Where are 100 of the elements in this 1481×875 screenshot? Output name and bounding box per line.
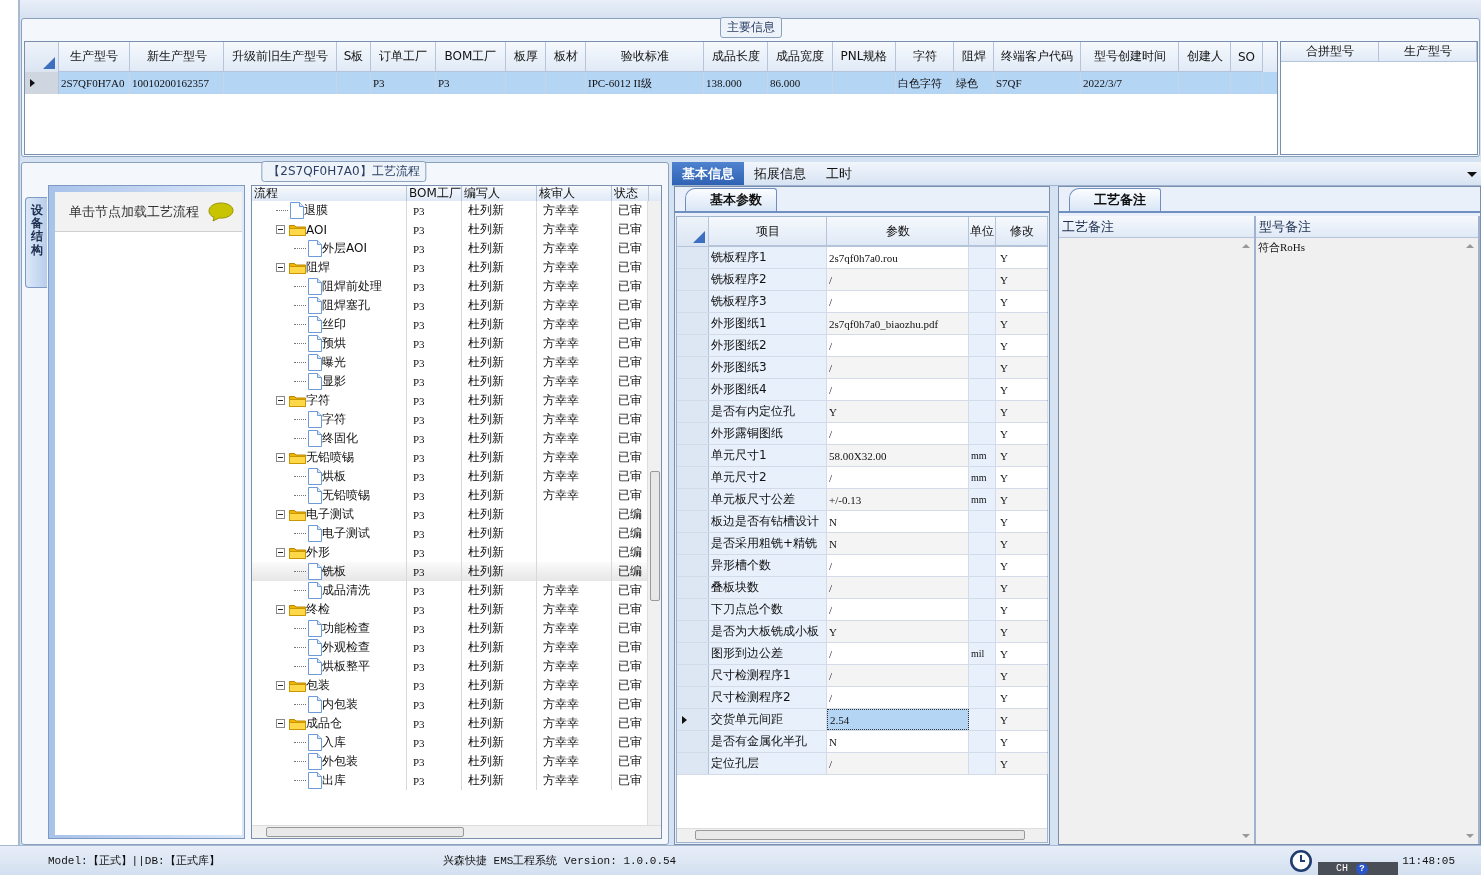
scrollbar[interactable] (677, 828, 1047, 842)
collapse-icon[interactable] (276, 453, 285, 462)
table-row[interactable]: 是否为大板铣成小板 Y Y (677, 621, 1047, 643)
tab[interactable]: 工时 (816, 162, 862, 185)
table-cell: 下刀点总个数 (709, 599, 827, 620)
table-row[interactable]: 外形图纸2 / Y (677, 335, 1047, 357)
table-row[interactable]: 板边是否有钻槽设计 N Y (677, 511, 1047, 533)
tree-row[interactable]: 铣板 P3 杜列新 已编 (252, 562, 647, 581)
document-icon (308, 525, 322, 542)
table-cell: 杜列新 (462, 429, 537, 448)
table-cell: Y (996, 401, 1048, 422)
table-row[interactable]: 定位孔层 / Y (677, 753, 1047, 775)
table-cell: 叠板块数 (709, 577, 827, 598)
table-row[interactable]: 是否有内定位孔 Y Y (677, 401, 1047, 423)
column-header[interactable]: 工艺备注 (1059, 216, 1254, 238)
table-row[interactable]: 单元板尺寸公差 +/-0.13 mm Y (677, 489, 1047, 511)
document-icon (308, 582, 322, 599)
collapse-icon[interactable] (276, 510, 285, 519)
table-row[interactable]: 单元尺寸1 58.00X32.00 mm Y (677, 445, 1047, 467)
scrollbar[interactable] (252, 825, 661, 838)
table-cell: 是否有内定位孔 (709, 401, 827, 422)
table-row[interactable]: 铣板程序3 / Y (677, 291, 1047, 313)
column-header[interactable]: 编写人 (462, 186, 537, 201)
dropdown-icon[interactable] (1467, 172, 1477, 177)
speech-bubble-icon (208, 201, 234, 222)
table-cell: Y (996, 445, 1048, 466)
table-row[interactable]: 外形露铜图纸 / Y (677, 423, 1047, 445)
folder-icon (289, 679, 306, 692)
tab[interactable]: 基本参数 (685, 188, 777, 211)
table-cell: P3 (407, 771, 462, 790)
table-row[interactable]: 2S7QF0H7A0 10010200162357 P3 P3 IPC-6012 II级 138.000 86.000 白色字符 绿色 S7QF 2022/3/7 (25, 72, 1277, 94)
table-cell: P3 (407, 619, 462, 638)
table-row[interactable]: 下刀点总个数 / Y (677, 599, 1047, 621)
table-row[interactable]: 是否有金属化半孔 N Y (677, 731, 1047, 753)
ime-language[interactable]: CH (1336, 863, 1348, 874)
table-row[interactable]: 是否采用粗铣+精铣 N Y (677, 533, 1047, 555)
collapse-icon[interactable] (276, 263, 285, 272)
tab[interactable]: 基本信息 (672, 162, 744, 185)
table-row[interactable]: 尺寸检测程序1 / Y (677, 665, 1047, 687)
table-cell: 方幸幸 (537, 657, 612, 676)
table-cell: 杜列新 (462, 296, 537, 315)
tree-node-label: 曝光 (322, 354, 346, 371)
table-cell: 杜列新 (462, 220, 537, 239)
table-cell: P3 (407, 239, 462, 258)
collapse-icon[interactable] (276, 605, 285, 614)
table-cell: / (827, 577, 969, 598)
table-cell: 杜列新 (462, 391, 537, 410)
table-cell: 方幸幸 (537, 315, 612, 334)
table-row[interactable]: 铣板程序2 / Y (677, 269, 1047, 291)
table-row[interactable]: 交货单元间距 2.54 Y (677, 709, 1047, 731)
scrollbar[interactable] (647, 201, 661, 825)
table-cell: 杜列新 (462, 657, 537, 676)
table-cell: 已编 (612, 562, 649, 581)
column-header[interactable]: 修改 (996, 217, 1048, 246)
collapse-icon[interactable] (276, 681, 285, 690)
table-cell: 2S7QF0H7A0 (59, 72, 130, 94)
table-row[interactable]: 外形图纸1 2s7qf0h7a0_biaozhu.pdf Y (677, 313, 1047, 335)
table-row[interactable]: 铣板程序1 2s7qf0h7a0.rou Y (677, 247, 1047, 269)
folder-icon (289, 603, 306, 616)
table-cell: P3 (407, 505, 462, 524)
tab[interactable]: 工艺备注 (1069, 188, 1161, 211)
table-row[interactable]: 异形槽个数 / Y (677, 555, 1047, 577)
table-row[interactable]: 尺寸检测程序2 / Y (677, 687, 1047, 709)
table-cell: Y (996, 313, 1048, 334)
table-cell: 杜列新 (462, 239, 537, 258)
column-header[interactable]: 参数 (827, 217, 969, 246)
table-row[interactable]: 外形图纸4 / Y (677, 379, 1047, 401)
table-cell: 杜列新 (462, 372, 537, 391)
column-header[interactable]: 流程 (252, 186, 407, 201)
column-header[interactable]: 生产型号 (1379, 42, 1477, 62)
help-button[interactable]: ? (1356, 862, 1368, 875)
side-tab[interactable]: 设备结构 (25, 197, 47, 288)
ime-toolbar[interactable]: CH ? (1318, 862, 1398, 875)
document-icon (308, 354, 322, 371)
table-row[interactable]: 图形到边公差 / mil Y (677, 643, 1047, 665)
collapse-icon[interactable] (276, 396, 285, 405)
column-header[interactable]: 型号备注 (1256, 216, 1478, 238)
table-row[interactable]: 叠板块数 / Y (677, 577, 1047, 599)
table-row[interactable]: 外形图纸3 / Y (677, 357, 1047, 379)
column-header[interactable]: 项目 (709, 217, 827, 246)
table-cell: 2.54 (827, 709, 969, 730)
table-cell: 单元尺寸1 (709, 445, 827, 466)
table-cell: P3 (407, 524, 462, 543)
column-header[interactable]: 核审人 (537, 186, 612, 201)
collapse-icon[interactable] (276, 548, 285, 557)
column-header[interactable]: BOM工厂 (407, 186, 462, 201)
collapse-icon[interactable] (276, 719, 285, 728)
collapse-icon[interactable] (276, 225, 285, 234)
table-cell: 外形图纸3 (709, 357, 827, 378)
document-icon (308, 772, 322, 789)
tree-node-label: 字符 (306, 392, 330, 409)
column-header[interactable]: 合拼型号 (1281, 42, 1379, 62)
column-header[interactable]: 单位 (969, 217, 996, 246)
table-cell: 58.00X32.00 (827, 445, 969, 466)
table-cell: P3 (407, 372, 462, 391)
tab[interactable]: 拓展信息 (744, 162, 816, 185)
table-cell: Y (996, 577, 1048, 598)
table-row[interactable]: 单元尺寸2 / mm Y (677, 467, 1047, 489)
tree-node-label: 入库 (322, 734, 346, 751)
table-cell: Y (996, 511, 1048, 532)
